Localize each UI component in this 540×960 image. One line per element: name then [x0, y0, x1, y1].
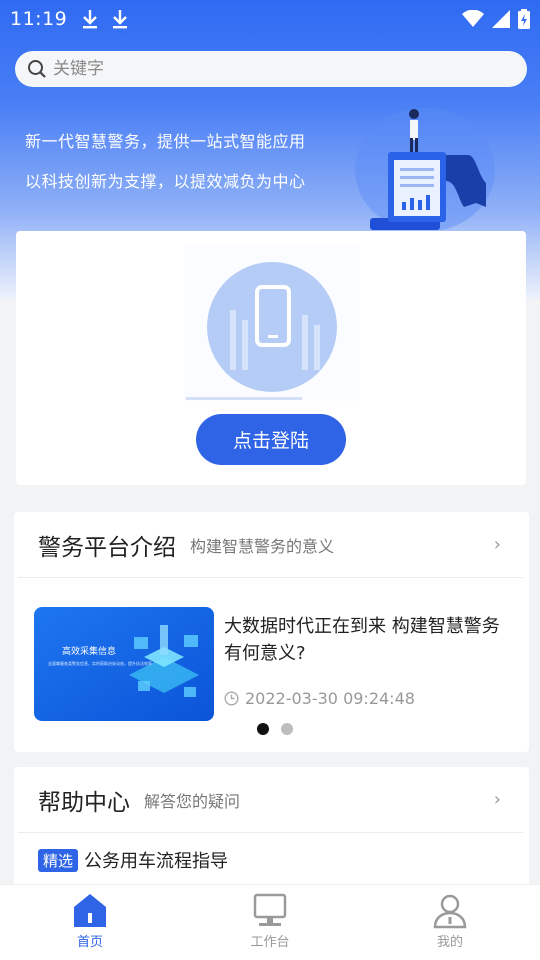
news-date: 2022-03-30 09:24:48 [224, 689, 415, 708]
carousel-dot[interactable] [257, 723, 269, 735]
help-item-text: 公务用车流程指导 [84, 851, 229, 872]
carousel-indicator [257, 723, 293, 735]
slogan-line2: 以科技创新为支撑，以提效减负为中心 [25, 172, 306, 191]
wifi-icon [462, 10, 484, 27]
login-card: 点击登陆 [16, 231, 526, 485]
battery-icon [518, 9, 530, 29]
chevron-right-icon: › [493, 789, 501, 810]
status-time: 11:19 [10, 8, 68, 30]
help-card: 帮助中心 解答您的疑问 › 精选 公务用车流程指导 [14, 767, 529, 897]
search-input[interactable] [53, 59, 493, 79]
login-button[interactable]: 点击登陆 [196, 414, 346, 465]
carousel-dot[interactable] [281, 723, 293, 735]
news-thumb-caption: 全面掌握各类警务信息，实时获取治安动态，提升执法效率 [48, 661, 152, 666]
tab-label: 我的 [436, 935, 463, 950]
signal-icon [492, 10, 510, 28]
section-title: 帮助中心 [38, 789, 130, 816]
tab-profile[interactable]: 我的 [360, 885, 540, 960]
document-illustration [355, 108, 495, 230]
person-icon [433, 894, 467, 929]
news-thumb-title: 高效采集信息 [62, 647, 117, 657]
help-header[interactable]: 帮助中心 解答您的疑问 › [18, 767, 523, 833]
chevron-right-icon: › [493, 534, 501, 555]
tab-label: 首页 [76, 935, 103, 950]
bottom-tab-bar: 首页 工作台 我的 [0, 884, 540, 960]
news-date-text: 2022-03-30 09:24:48 [245, 689, 415, 708]
clock-icon [224, 691, 239, 706]
news-thumbnail: 高效采集信息 全面掌握各类警务信息，实时获取治安动态，提升执法效率 [34, 607, 214, 721]
home-icon [74, 894, 106, 927]
section-subtitle: 构建智慧警务的意义 [190, 536, 335, 556]
slogan-line1: 新一代智慧警务，提供一站式智能应用 [25, 132, 306, 151]
search-icon [28, 60, 46, 78]
search-bar[interactable] [15, 51, 527, 87]
tab-workbench[interactable]: 工作台 [180, 885, 360, 960]
intro-card: 警务平台介绍 构建智慧警务的意义 › 高效采集信息 全面掌握各类警务信息，实时获… [14, 512, 529, 752]
section-title: 警务平台介绍 [38, 534, 176, 561]
tab-label: 工作台 [250, 935, 290, 950]
news-title: 大数据时代正在到来 构建智慧警务有何意义? [224, 616, 500, 664]
tab-home[interactable]: 首页 [0, 885, 180, 960]
featured-badge: 精选 [38, 848, 79, 872]
section-subtitle: 解答您的疑问 [144, 791, 241, 811]
desktop-icon [253, 893, 287, 926]
help-item[interactable]: 精选 公务用车流程指导 [18, 833, 529, 873]
phone-illustration [184, 245, 360, 401]
download-icon [83, 10, 98, 29]
status-bar: 11:19 [0, 0, 540, 38]
news-item[interactable]: 高效采集信息 全面掌握各类警务信息，实时获取治安动态，提升执法效率 大数据时代正… [34, 607, 514, 721]
download-icon [113, 10, 128, 29]
intro-header[interactable]: 警务平台介绍 构建智慧警务的意义 › [18, 512, 523, 578]
